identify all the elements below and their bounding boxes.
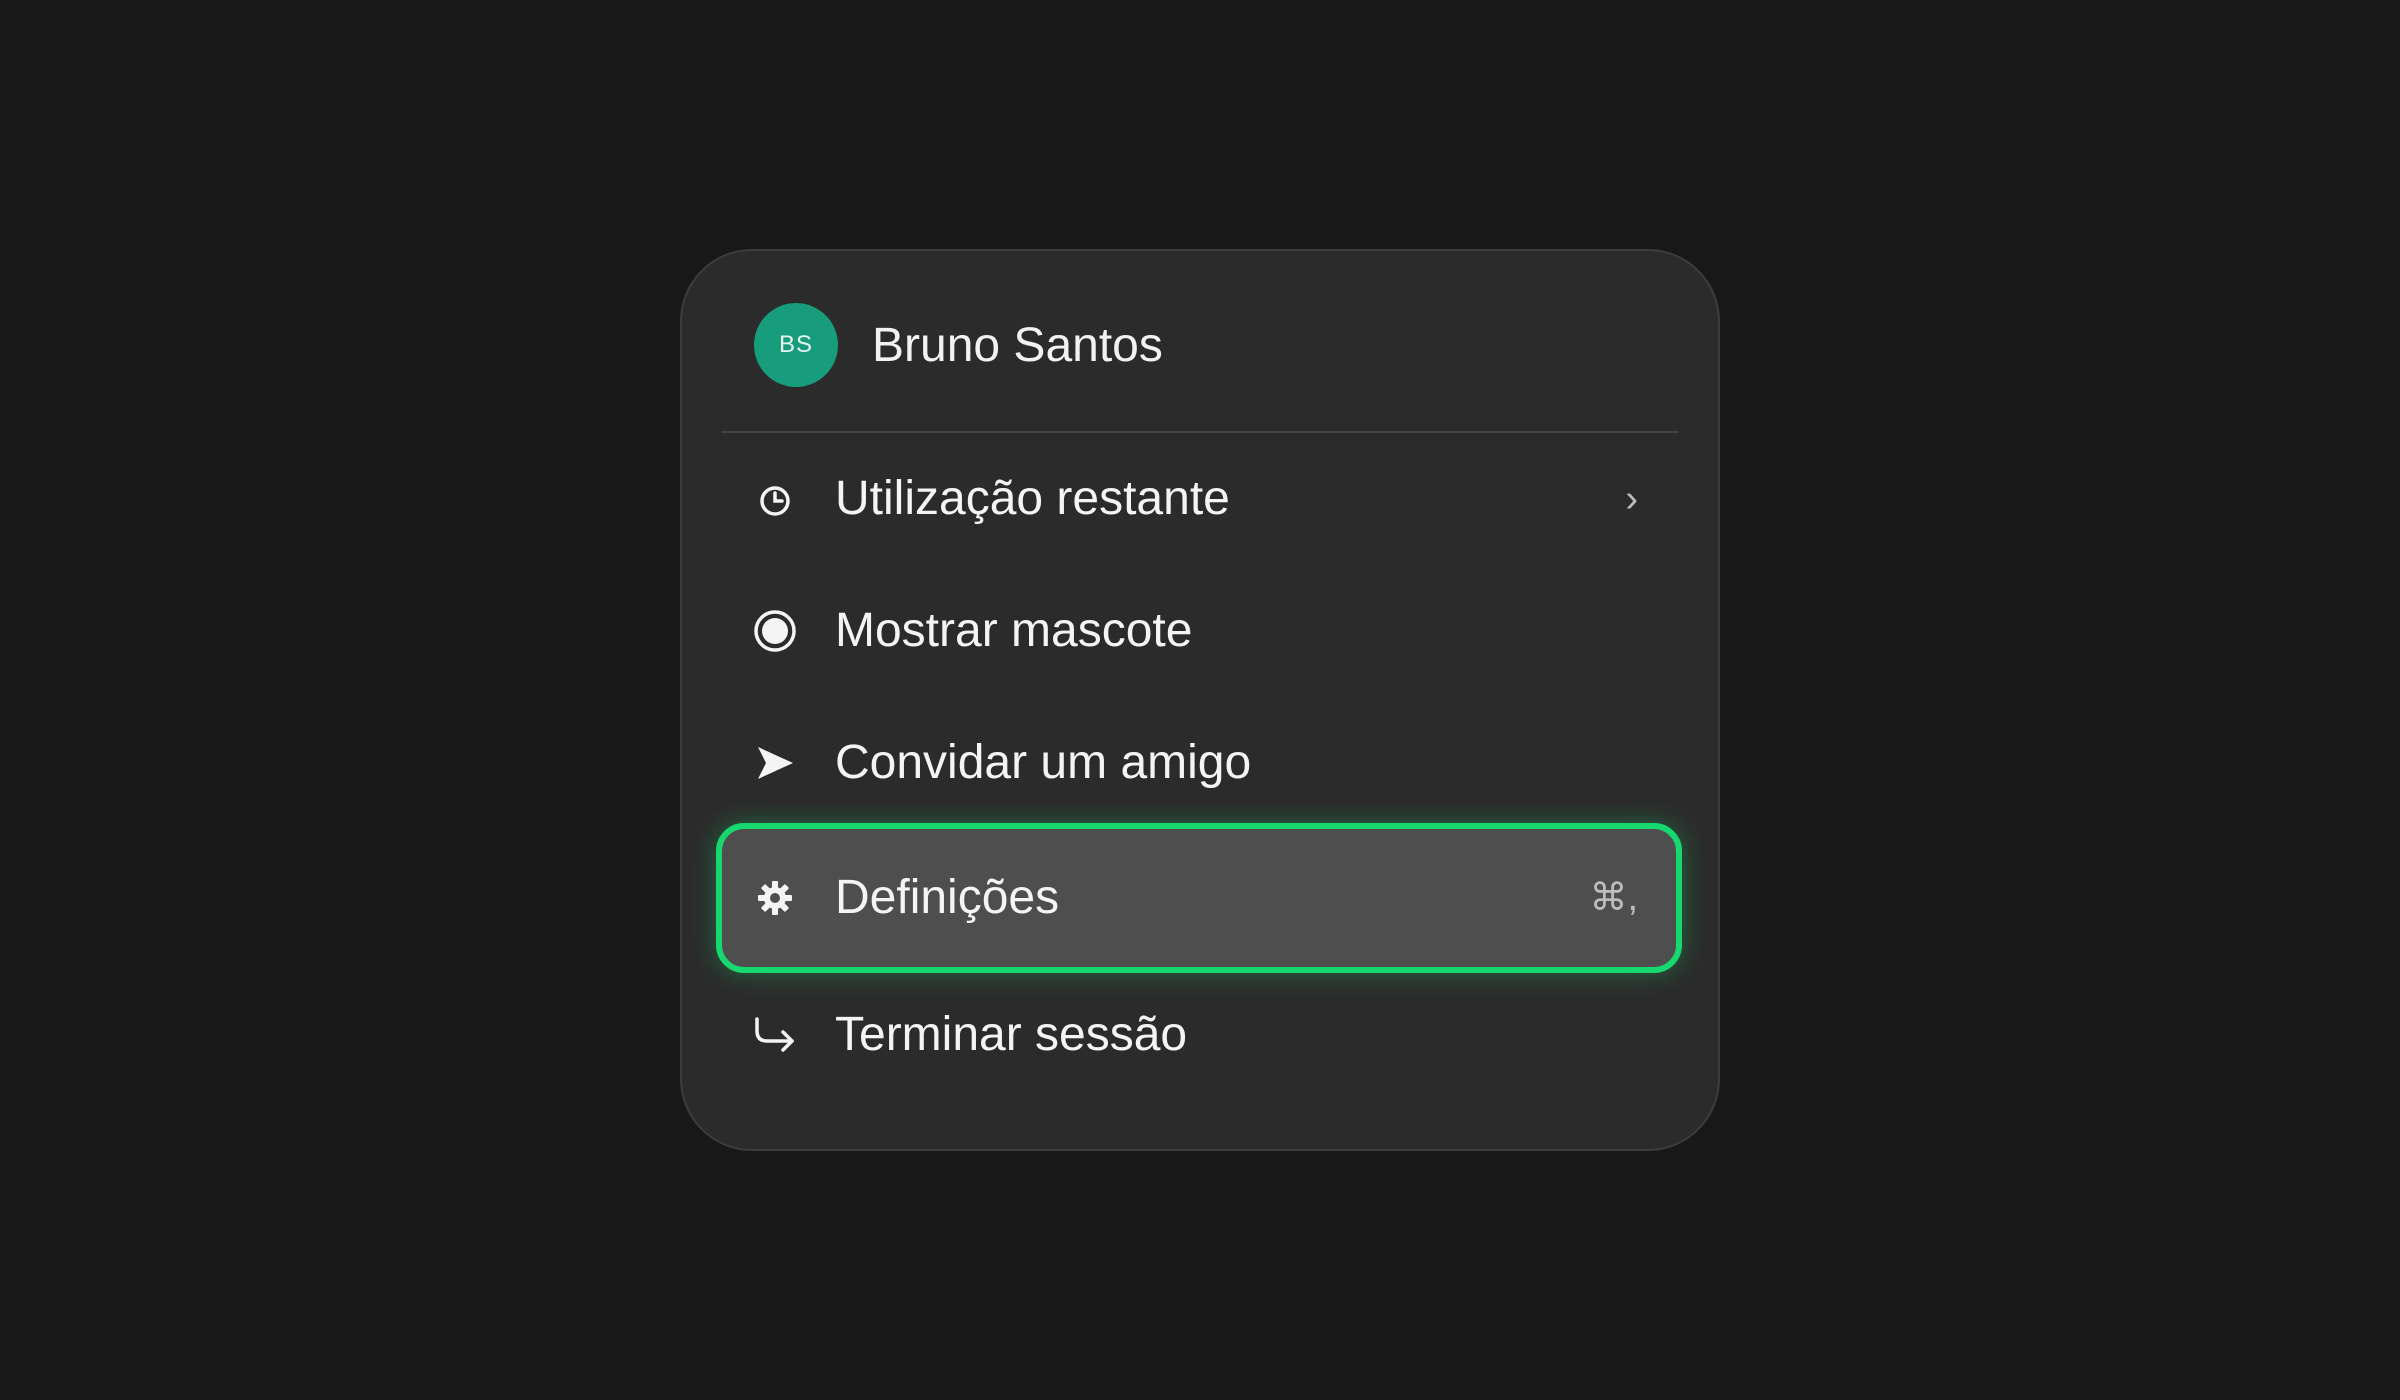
clock-icon xyxy=(748,472,802,526)
gear-icon xyxy=(748,871,802,925)
menu-item-label: Mostrar mascote xyxy=(835,604,1193,657)
menu-item-settings[interactable]: Definições ⌘, xyxy=(716,823,1682,973)
chevron-right-icon: › xyxy=(1625,478,1638,520)
keyboard-shortcut: ⌘, xyxy=(1589,877,1638,919)
menu-item-sign-out[interactable]: Terminar sessão xyxy=(716,992,1682,1078)
radio-filled-icon xyxy=(748,604,802,658)
menu-item-show-mascot[interactable]: Mostrar mascote xyxy=(716,588,1682,674)
menu-item-remaining-usage[interactable]: Utilização restante › xyxy=(716,456,1682,542)
menu-item-label: Definições xyxy=(835,871,1060,924)
menu-item-label: Convidar um amigo xyxy=(835,736,1252,789)
menu-items: Utilização restante › Mostrar mascote Co… xyxy=(680,0,1720,1400)
send-arrow-icon xyxy=(748,736,802,790)
logout-arrow-icon xyxy=(748,1008,802,1062)
menu-item-label: Terminar sessão xyxy=(835,1008,1188,1061)
menu-item-label: Utilização restante xyxy=(835,472,1230,525)
menu-item-invite-friend[interactable]: Convidar um amigo xyxy=(716,720,1682,806)
screen: BS Bruno Santos Utilização restante › Mo… xyxy=(0,0,2400,1400)
